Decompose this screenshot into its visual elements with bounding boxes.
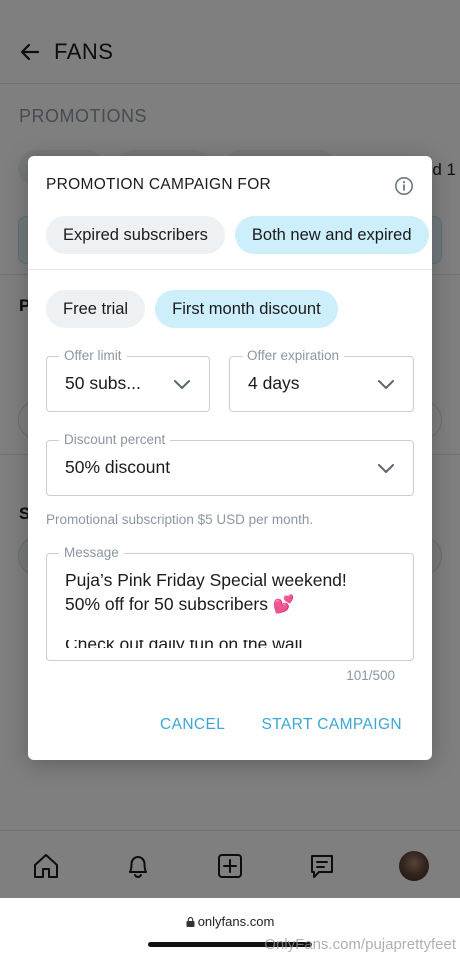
message-text: Puja’s Pink Friday Special weekend! 50% … — [65, 568, 395, 616]
message-line: Check out daily fun on the wall — [65, 640, 315, 648]
url-bar[interactable]: onlyfans.com — [0, 914, 460, 929]
url-text: onlyfans.com — [197, 914, 275, 929]
watermark: OnlyFans.com/pujaprettyfeet — [264, 936, 456, 953]
promotion-campaign-dialog: PROMOTION CAMPAIGN FOR Expired subscribe… — [28, 156, 432, 760]
dialog-title: PROMOTION CAMPAIGN FOR — [46, 176, 272, 193]
campaign-type-selector: Free trial First month discount — [46, 290, 338, 328]
audience-selector: Expired subscribers Both new and expired — [46, 216, 429, 254]
discount-percent-label: Discount percent — [59, 432, 171, 447]
lock-icon — [186, 917, 195, 927]
type-option-free-trial[interactable]: Free trial — [46, 290, 146, 328]
character-counter: 101/500 — [346, 668, 395, 683]
pricing-helper-text: Promotional subscription $5 USD per mont… — [46, 512, 314, 527]
message-line-clipped: Check out daily fun on the wall — [65, 640, 315, 648]
offer-expiration-label: Offer expiration — [242, 348, 345, 363]
offer-limit-label: Offer limit — [59, 348, 127, 363]
offer-expiration-select[interactable]: Offer expiration 4 days — [229, 348, 414, 412]
start-campaign-button[interactable]: START CAMPAIGN — [261, 716, 402, 734]
message-textarea[interactable]: Message Puja’s Pink Friday Special weeke… — [46, 545, 414, 661]
discount-percent-select[interactable]: Discount percent 50% discount — [46, 432, 414, 496]
offer-limit-value: 50 subs... — [65, 373, 141, 393]
chevron-down-icon — [174, 380, 190, 389]
browser-footer: onlyfans.com OnlyFans.com/pujaprettyfeet — [0, 898, 460, 959]
offer-expiration-value: 4 days — [248, 373, 300, 393]
chevron-down-icon — [378, 464, 394, 473]
discount-percent-value: 50% discount — [65, 457, 171, 477]
message-line: Puja’s Pink Friday Special weekend! — [65, 570, 347, 590]
audience-option-both[interactable]: Both new and expired — [234, 216, 429, 254]
cancel-button[interactable]: CANCEL — [160, 716, 225, 734]
info-icon[interactable] — [394, 176, 414, 196]
chevron-down-icon — [378, 380, 394, 389]
audience-option-expired[interactable]: Expired subscribers — [46, 216, 225, 254]
offer-limit-select[interactable]: Offer limit 50 subs... — [46, 348, 210, 412]
message-label: Message — [59, 545, 124, 560]
type-option-first-month-discount[interactable]: First month discount — [155, 290, 338, 328]
message-line: 50% off for 50 subscribers 💕 — [65, 594, 295, 614]
divider — [28, 269, 432, 270]
